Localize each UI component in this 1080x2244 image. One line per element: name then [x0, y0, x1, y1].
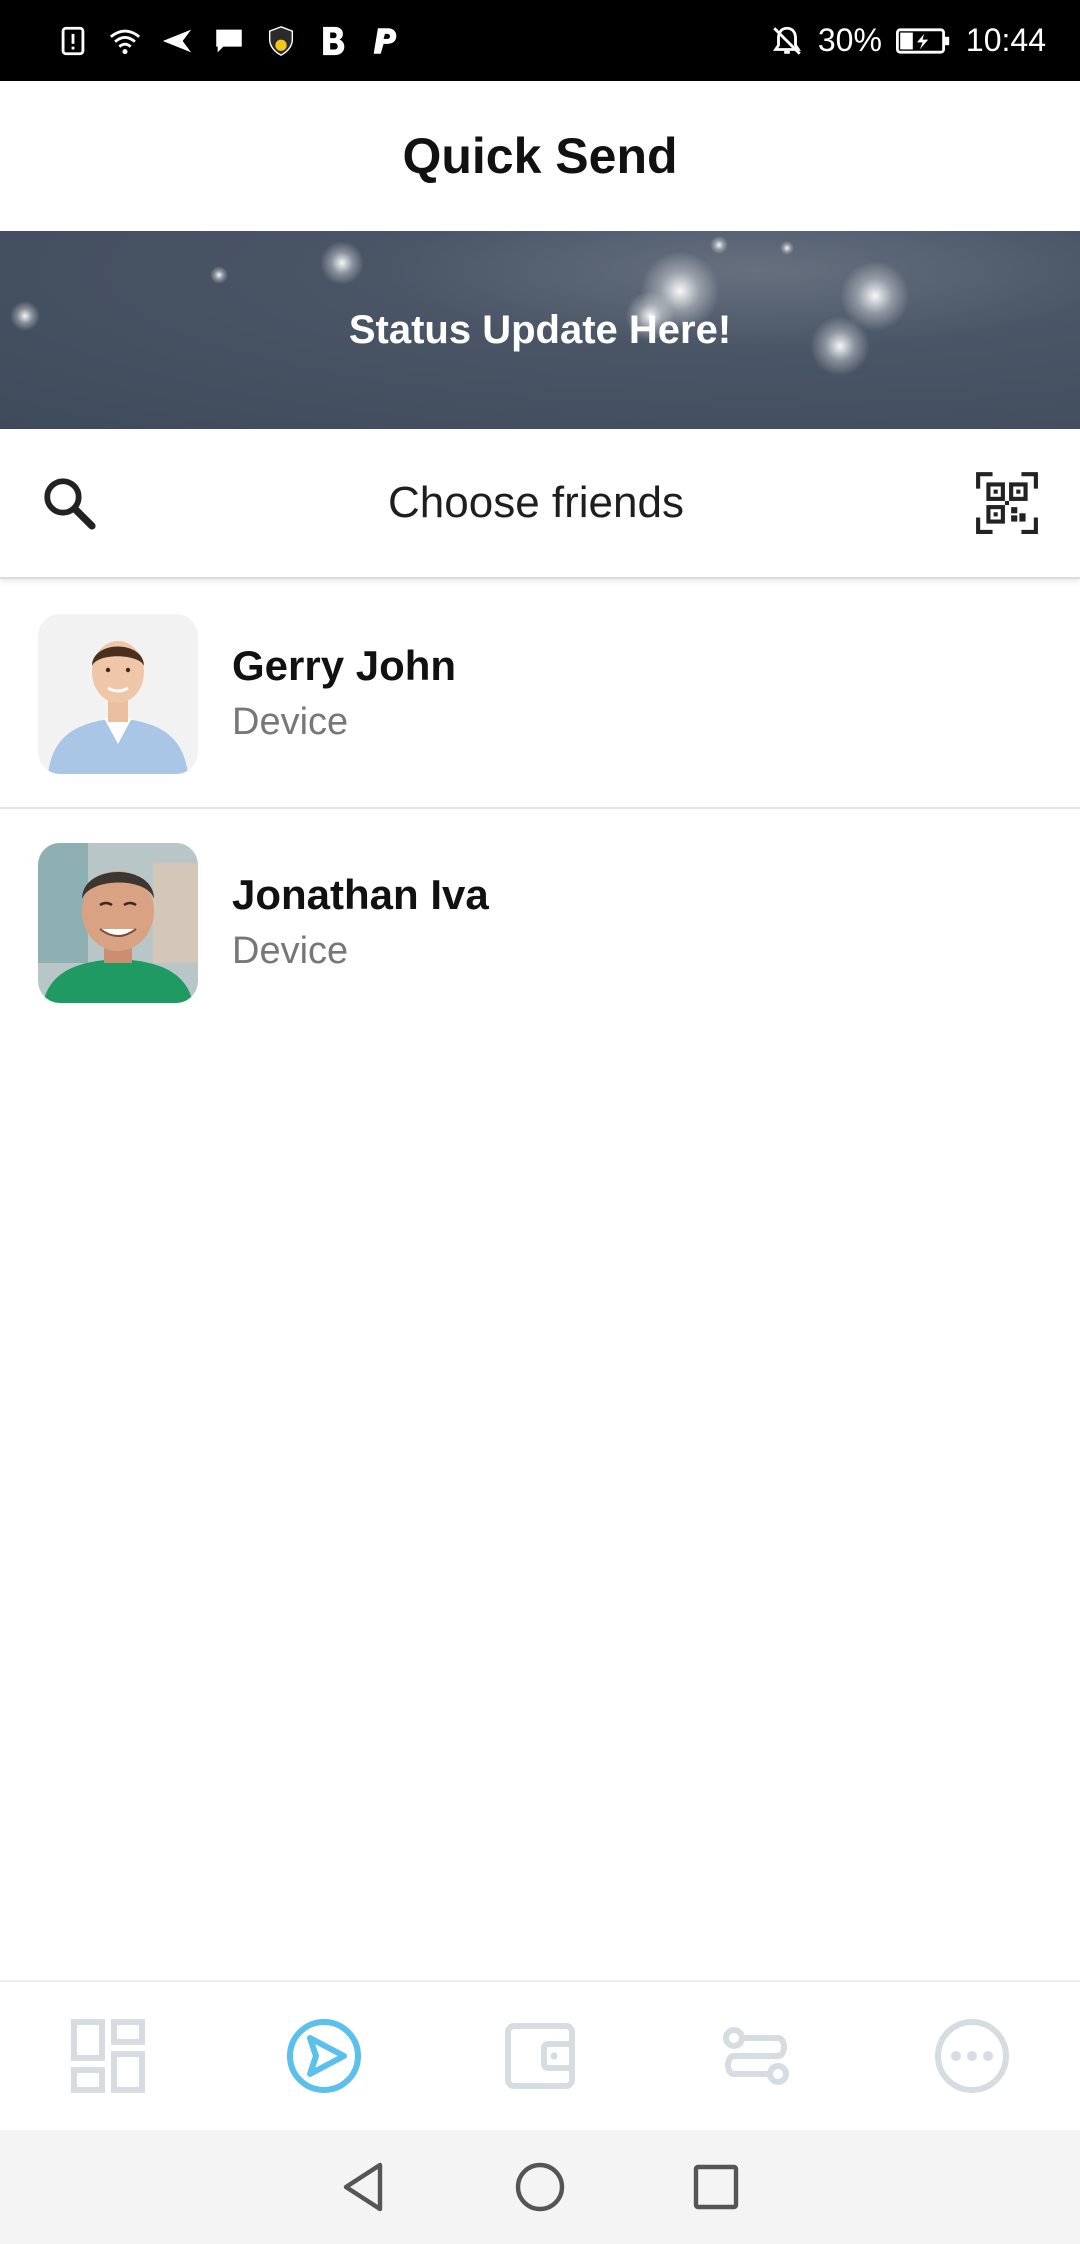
banner-star	[320, 241, 364, 285]
status-bar-right: 30% 10:44	[770, 22, 1046, 59]
more-icon[interactable]	[932, 2016, 1012, 2096]
search-bar[interactable]: Choose friends	[0, 429, 1080, 579]
battery-icon	[895, 24, 952, 58]
dashboard-icon[interactable]	[68, 2016, 148, 2096]
shield-icon	[264, 24, 298, 58]
banner-text: Status Update Here!	[348, 307, 732, 352]
avatar	[38, 843, 198, 1003]
p-icon	[368, 24, 402, 58]
send-tab-icon[interactable]	[284, 2016, 364, 2096]
search-label[interactable]: Choose friends	[388, 478, 684, 528]
banner-star	[710, 236, 728, 254]
friend-subtitle: Device	[232, 930, 349, 972]
bottom-tab-bar	[0, 1980, 1080, 2130]
alert-icon	[56, 24, 90, 58]
back-icon[interactable]	[336, 2159, 392, 2215]
send-icon	[160, 24, 194, 58]
recents-icon[interactable]	[688, 2159, 744, 2215]
status-bar-left	[56, 24, 402, 58]
friend-list: Gerry John Device Jonathan Iva Device	[0, 581, 1080, 1037]
status-bar: 30% 10:44	[0, 0, 1080, 81]
clock: 10:44	[965, 22, 1046, 58]
friend-name: Jonathan Iva	[232, 871, 489, 918]
friend-subtitle: Device	[232, 701, 349, 743]
friend-name: Gerry John	[232, 642, 457, 689]
route-icon[interactable]	[716, 2016, 796, 2096]
friend-text: Gerry John Device	[232, 638, 456, 750]
banner-star	[10, 301, 40, 331]
qr-code-icon[interactable]	[974, 470, 1040, 536]
banner-star	[810, 316, 870, 376]
wifi-icon	[108, 24, 142, 58]
friend-row[interactable]: Gerry John Device	[0, 581, 1080, 809]
avatar	[38, 614, 198, 774]
banner-star	[210, 266, 228, 284]
wallet-icon[interactable]	[500, 2016, 580, 2096]
search-icon[interactable]	[40, 474, 98, 532]
bell-off-icon	[770, 24, 804, 58]
app-header: Quick Send	[0, 81, 1080, 231]
message-icon	[212, 24, 246, 58]
friend-text: Jonathan Iva Device	[232, 867, 489, 979]
status-banner[interactable]: Status Update Here!	[0, 231, 1080, 429]
bold-b-icon	[316, 24, 350, 58]
system-nav-bar	[0, 2130, 1080, 2244]
home-icon[interactable]	[512, 2159, 568, 2215]
friend-row[interactable]: Jonathan Iva Device	[0, 809, 1080, 1037]
battery-percent: 30%	[817, 22, 882, 58]
banner-star	[780, 241, 794, 255]
page-title: Quick Send	[402, 128, 678, 184]
